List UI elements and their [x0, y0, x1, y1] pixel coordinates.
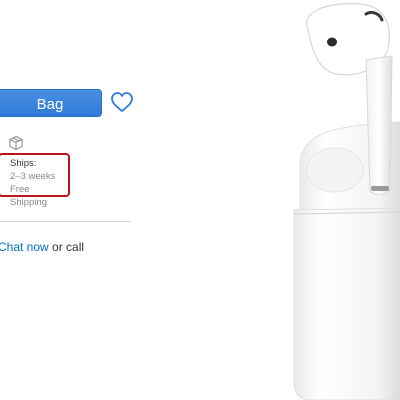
ships-eta: 2–3 weeks — [10, 171, 56, 182]
shipping-info-highlight: Ships: 2–3 weeks Free Shipping — [0, 153, 70, 208]
airpods-product-image — [293, 3, 400, 400]
help-line-tail: or call — [48, 240, 85, 254]
box-icon — [9, 135, 23, 151]
ships-cost: Free Shipping — [10, 184, 47, 208]
chat-now-link[interactable]: Chat now — [0, 240, 49, 254]
help-fragment: · — [0, 262, 1, 276]
ships-label: Ships: — [10, 158, 37, 169]
help-line: Chat now or call — [0, 240, 84, 254]
divider — [0, 221, 131, 222]
heart-icon[interactable] — [110, 91, 134, 113]
add-to-bag-button[interactable]: Bag — [0, 89, 102, 117]
